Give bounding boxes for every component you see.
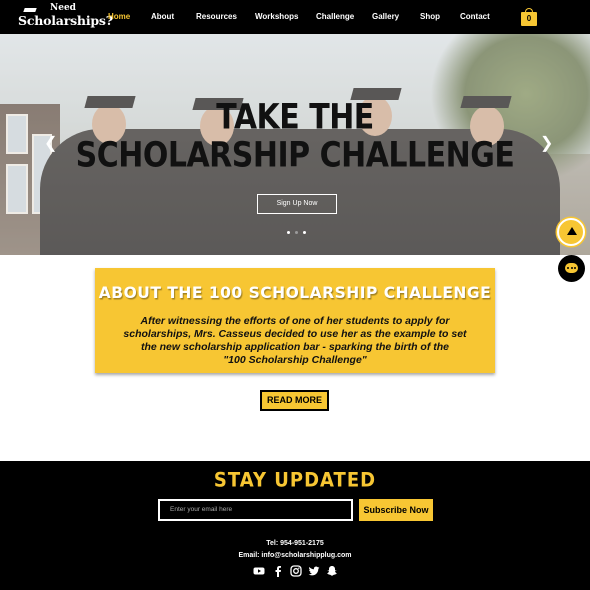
about-text-line: After witnessing the efforts of one of h… xyxy=(140,315,450,327)
chat-icon xyxy=(565,263,578,273)
nav-shop[interactable]: Shop xyxy=(420,12,440,21)
slide-dot-active[interactable] xyxy=(295,231,298,234)
nav-workshops[interactable]: Workshops xyxy=(255,12,298,21)
sign-up-button[interactable]: Sign Up Now xyxy=(257,194,337,214)
about-text-line: the new scholarship application bar - sp… xyxy=(140,341,450,353)
slide-dot[interactable] xyxy=(303,231,306,234)
slide-dot[interactable] xyxy=(287,231,290,234)
hero-title-line-2: SCHOLARSHIP CHALLENGE xyxy=(75,135,515,176)
instagram-icon[interactable] xyxy=(290,565,302,577)
about-card: ABOUT THE 100 SCHOLARSHIP CHALLENGE Afte… xyxy=(95,268,495,373)
logo-line-2: Scholarships? xyxy=(18,13,113,28)
scroll-to-top-button[interactable] xyxy=(557,218,585,246)
snapchat-icon[interactable] xyxy=(326,565,338,577)
contact-email[interactable]: Email: info@scholarshipplug.com xyxy=(0,552,590,559)
chat-button[interactable] xyxy=(558,255,585,282)
facebook-icon[interactable] xyxy=(272,565,284,577)
site-header: Need Scholarships? Home About Resources … xyxy=(0,0,590,34)
about-text-line: "100 Scholarship Challenge" xyxy=(223,354,367,366)
contact-phone: Tel: 954-951-2175 xyxy=(266,540,324,547)
newsletter-heading: STAY UPDATED xyxy=(213,468,377,493)
nav-home[interactable]: Home xyxy=(108,12,130,21)
cart-count: 0 xyxy=(526,14,532,23)
site-logo[interactable]: Need Scholarships? xyxy=(18,3,113,31)
social-links xyxy=(253,565,339,579)
nav-challenge[interactable]: Challenge xyxy=(316,12,354,21)
twitter-icon[interactable] xyxy=(308,565,320,577)
nav-gallery[interactable]: Gallery xyxy=(372,12,399,21)
site-footer: STAY UPDATED Enter your email here Subsc… xyxy=(0,461,590,590)
nav-contact[interactable]: Contact xyxy=(460,12,490,21)
arrow-up-icon xyxy=(567,227,577,235)
graduation-cap-icon xyxy=(23,8,37,12)
nav-about[interactable]: About xyxy=(151,12,174,21)
hero-title-line-1: TAKE THE xyxy=(216,97,374,138)
about-title: ABOUT THE 100 SCHOLARSHIP CHALLENGE xyxy=(98,283,492,303)
read-more-button[interactable]: READ MORE xyxy=(260,390,329,411)
logo-line-1: Need xyxy=(50,3,76,13)
subscribe-button[interactable]: Subscribe Now xyxy=(359,499,433,521)
chevron-right-icon[interactable]: ❯ xyxy=(540,136,553,152)
cart-button[interactable]: 0 xyxy=(521,8,537,26)
hero-slideshow: TAKE THE SCHOLARSHIP CHALLENGE Sign Up N… xyxy=(0,34,590,255)
youtube-icon[interactable] xyxy=(253,565,265,577)
email-field[interactable]: Enter your email here xyxy=(158,499,353,521)
about-text-line: scholarships, Mrs. Casseus decided to us… xyxy=(123,328,467,340)
nav-resources[interactable]: Resources xyxy=(196,12,237,21)
chevron-left-icon[interactable]: ❮ xyxy=(44,136,57,152)
